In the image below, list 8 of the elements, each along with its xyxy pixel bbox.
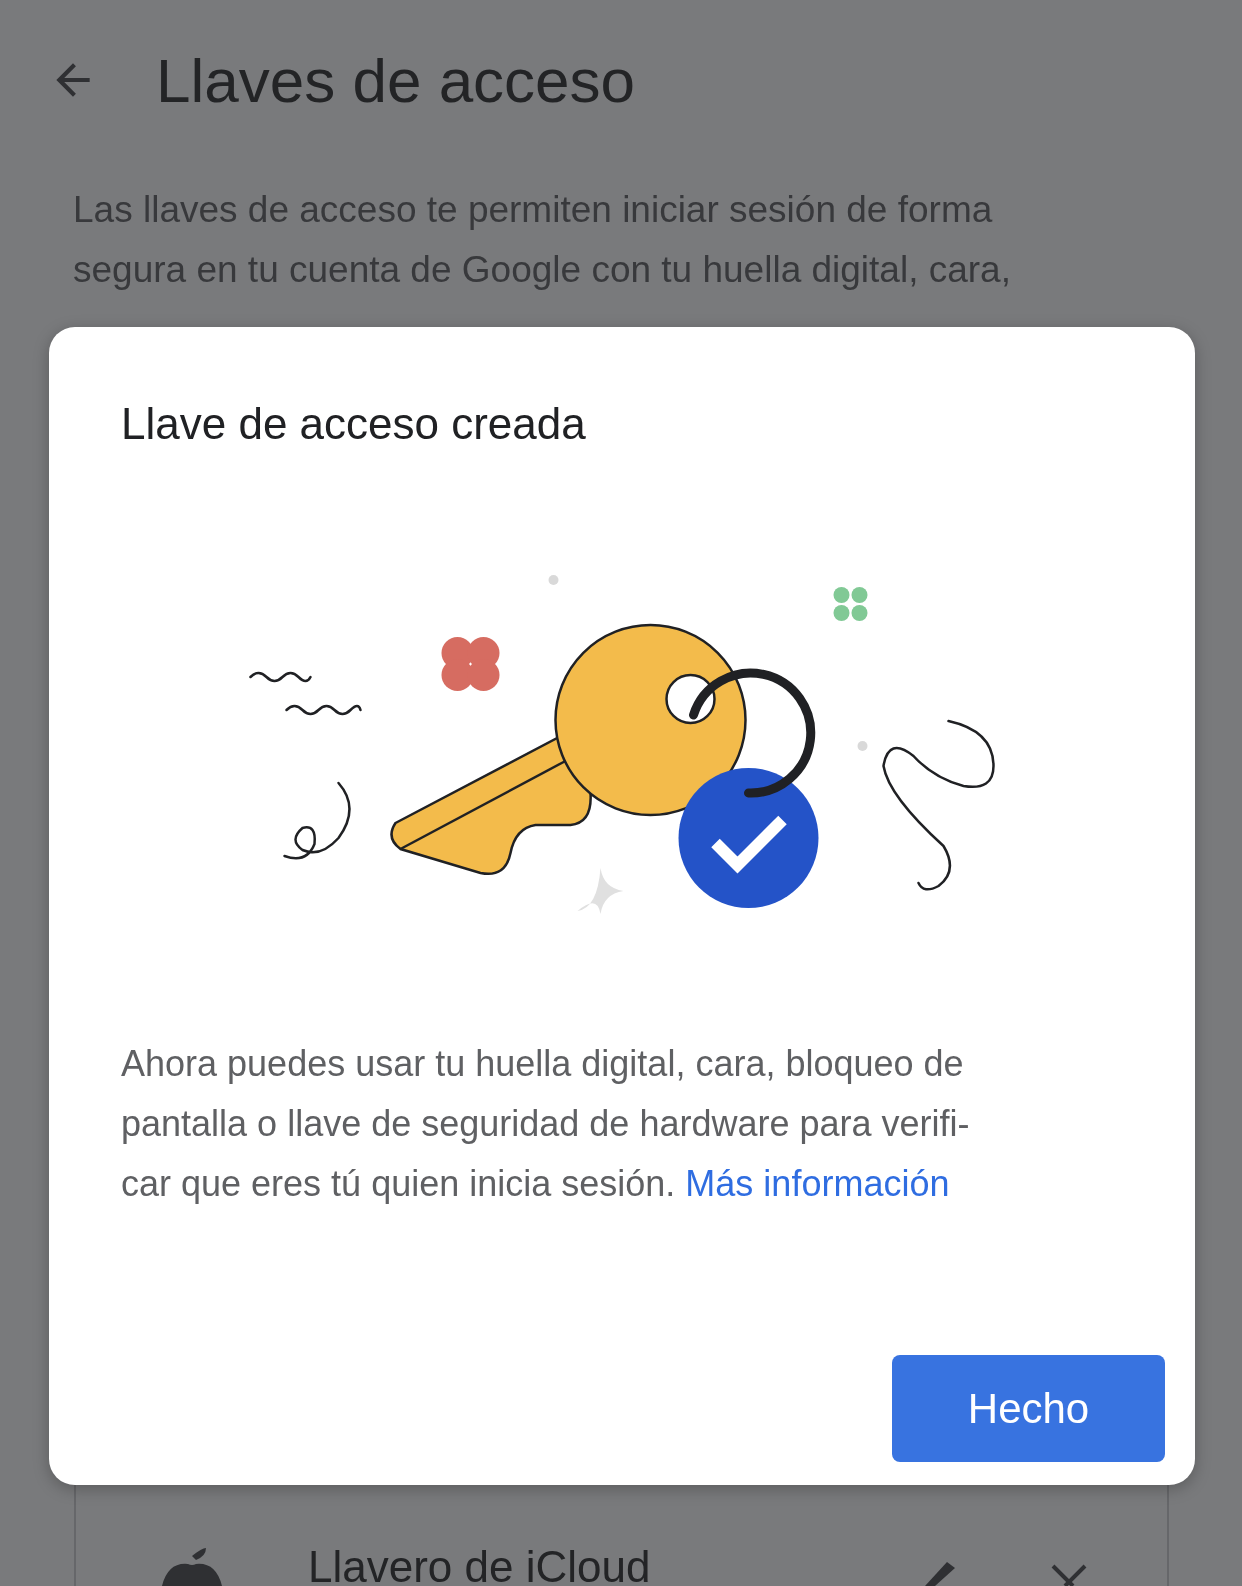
learn-more-link[interactable]: Más información bbox=[685, 1163, 950, 1204]
dialog-message: Ahora puedes usar tu huella digital, cara, bloqueo de pantalla o llave de seguridad de hardware para verifi- car que eres tú quien inicia sesión. Más información bbox=[121, 1042, 971, 1206]
description-text: Las llaves de acceso te permiten iniciar sesión de forma segura en tu cuenta de Google con tu huella digital, cara, bbox=[73, 188, 1012, 292]
close-icon[interactable] bbox=[1049, 1564, 1089, 1586]
page-title: Llaves de acceso bbox=[156, 44, 636, 116]
dialog-title: Llave de acceso creada bbox=[121, 399, 587, 449]
done-button[interactable]: Hecho bbox=[892, 1355, 1165, 1462]
passkey-name: Llavero de iCloud bbox=[308, 1542, 652, 1586]
